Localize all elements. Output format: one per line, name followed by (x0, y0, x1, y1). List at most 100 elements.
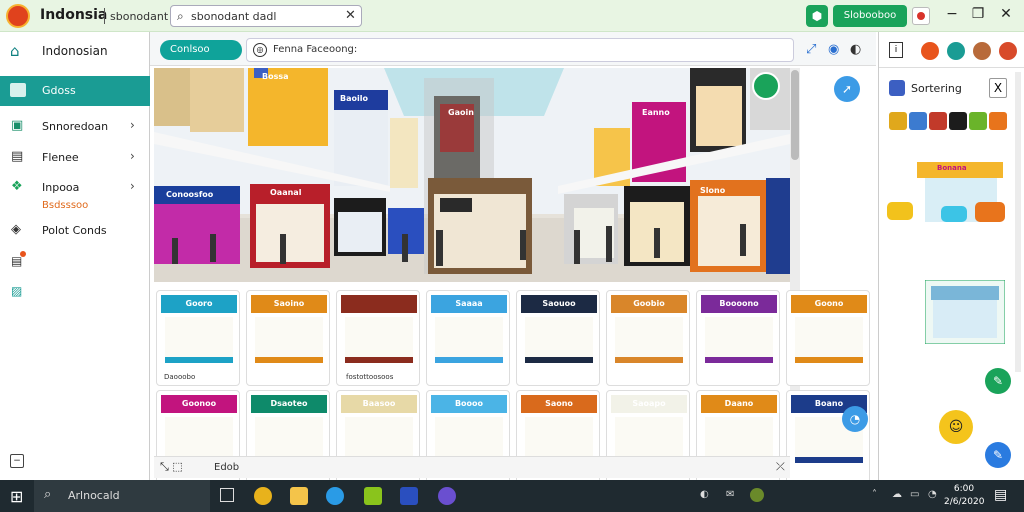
store-card[interactable]: Saoino (246, 290, 330, 386)
store-sign: Oaanal (270, 188, 302, 197)
network-icon[interactable]: ◐ (700, 489, 709, 500)
sidebar-item-label: Gdoss (42, 84, 76, 97)
store-card-sign: Dsaoteo (251, 395, 327, 413)
card-caption: Daooobo (164, 373, 196, 381)
app-logo-icon (6, 4, 30, 28)
info-icon[interactable]: i (889, 42, 903, 58)
search-icon: ⌕ (44, 487, 52, 502)
category-thumb[interactable] (989, 112, 1007, 130)
navigate-button[interactable]: ➚ (834, 76, 860, 102)
store-card[interactable] (336, 290, 420, 386)
app-subtitle: sbonodant (110, 10, 169, 23)
battery-icon[interactable]: ▭ (910, 489, 919, 500)
compose-button[interactable]: ✎ (985, 442, 1011, 468)
category-thumb[interactable] (909, 112, 927, 130)
store-card[interactable]: Saaaa (426, 290, 510, 386)
sidebar-item-2[interactable]: ▤ Flenee › (0, 145, 150, 171)
sidebar-item-1[interactable]: ▣ Snnoredoan › (0, 114, 150, 140)
category-thumb[interactable] (889, 112, 907, 130)
collapse-button[interactable]: − (10, 454, 24, 468)
store-icon[interactable] (400, 487, 418, 505)
volume-icon[interactable]: ◔ (928, 489, 937, 500)
category-thumb[interactable] (929, 112, 947, 130)
clock[interactable]: 6:00 2/6/2020 (944, 483, 984, 509)
panel-scrollbar[interactable] (1015, 72, 1021, 372)
scrollbar-thumb[interactable] (791, 70, 799, 160)
app-tray-icon[interactable] (750, 488, 764, 502)
close-view-icon[interactable]: ⤫ (776, 460, 785, 474)
panel-close-button[interactable]: X (989, 78, 1007, 98)
restore-button[interactable]: ❐ (966, 6, 990, 22)
expand-icon[interactable]: ⤢ (806, 42, 816, 57)
globe-icon[interactable] (947, 42, 965, 60)
close-button[interactable]: ✕ (994, 6, 1018, 22)
cloud-icon[interactable]: ☁ (892, 489, 902, 500)
sidebar-header: Indonosian (42, 44, 108, 58)
user-avatar[interactable] (921, 42, 939, 60)
store-card-sign: Saono (521, 395, 597, 413)
store-sign: Eanno (642, 108, 670, 117)
address-text: Fenna Faceoong: (273, 44, 358, 55)
shield-button[interactable]: ⬢ (806, 5, 828, 27)
fullscreen-icon[interactable]: ⤡ ⬚ (160, 460, 183, 474)
leaf-icon: ❖ (11, 179, 23, 194)
edge-icon[interactable] (326, 487, 344, 505)
chat-button[interactable]: ☺ (939, 410, 973, 444)
globe-icon: ◎ (253, 43, 267, 57)
action-button[interactable]: Slobooboo (833, 5, 907, 27)
store-card-sign: Goonoo (161, 395, 237, 413)
store-sign: Slono (700, 186, 726, 195)
location-icon[interactable]: ◉ (828, 42, 839, 57)
search-input[interactable]: ⌕ sbonodant dadl ✕ (170, 5, 362, 27)
sidebar-item-active[interactable]: Gdoss (0, 76, 150, 106)
store-card-interior (345, 317, 413, 363)
chevron-up-icon[interactable]: ˄ (872, 489, 877, 500)
store-card[interactable]: Saouoo (516, 290, 600, 386)
clear-search-icon[interactable]: ✕ (345, 8, 356, 23)
flag-icon[interactable] (912, 7, 930, 25)
content-status-bar: ⤡ ⬚ Edob ⤫ (154, 456, 790, 478)
store-card[interactable]: Boooono (696, 290, 780, 386)
sidebar: ⌂ Indonosian Gdoss ▣ Snnoredoan › ▤ Flen… (0, 32, 150, 480)
address-bar[interactable]: ◎ Fenna Faceoong: (246, 38, 794, 62)
store-card-sign (341, 295, 417, 313)
store-card[interactable]: Boano (786, 390, 870, 486)
mail-icon[interactable]: ✉ (726, 489, 734, 500)
avatar[interactable] (999, 42, 1017, 60)
tab-active[interactable]: Conlsoo (160, 40, 242, 60)
task-view-icon[interactable] (220, 488, 234, 502)
chart-icon[interactable]: ▨ (11, 284, 22, 298)
sidebar-item-3[interactable]: ❖ Inpooa › (0, 175, 150, 201)
app-title: Indonsia (40, 7, 108, 23)
taskbar-search[interactable]: ⌕ Arlnocald (34, 480, 210, 512)
folder-icon[interactable] (290, 487, 308, 505)
home-icon[interactable]: ⌂ (10, 42, 20, 60)
minimize-button[interactable]: − (940, 6, 964, 22)
chrome-icon[interactable] (254, 487, 272, 505)
edit-button[interactable]: ✎ (985, 368, 1011, 394)
avatar[interactable] (973, 42, 991, 60)
chevron-right-icon: › (130, 118, 135, 132)
store-card-interior (435, 317, 503, 363)
sort-icon (889, 80, 905, 96)
store-card[interactable]: Goono (786, 290, 870, 386)
share-icon[interactable]: ◐ (850, 42, 861, 57)
store-sign: Conoosfoo (166, 190, 214, 199)
store-card-interior (795, 317, 863, 363)
store-card-sign: Gooro (161, 295, 237, 313)
mall-scene-image: Conoosfoo Oaanal Baoilo Eanno Slono Boss… (154, 68, 790, 282)
app-icon[interactable] (438, 487, 456, 505)
category-thumb[interactable] (969, 112, 987, 130)
panel-toolbar: i (879, 32, 1024, 68)
store-thumbnail[interactable] (925, 280, 1005, 344)
store-card[interactable]: Gooro (156, 290, 240, 386)
app-icon[interactable] (364, 487, 382, 505)
store-card[interactable]: Goobio (606, 290, 690, 386)
notification-center-icon[interactable]: ▤ (994, 487, 1007, 503)
chevron-right-icon: › (130, 179, 135, 193)
windows-start-icon[interactable]: ⊞ (10, 487, 23, 506)
category-thumb[interactable] (949, 112, 967, 130)
store-card-sign: Goono (791, 295, 867, 313)
info-button[interactable]: ◔ (842, 406, 868, 432)
sidebar-item-4[interactable]: ◈ Polot Conds (0, 218, 150, 244)
